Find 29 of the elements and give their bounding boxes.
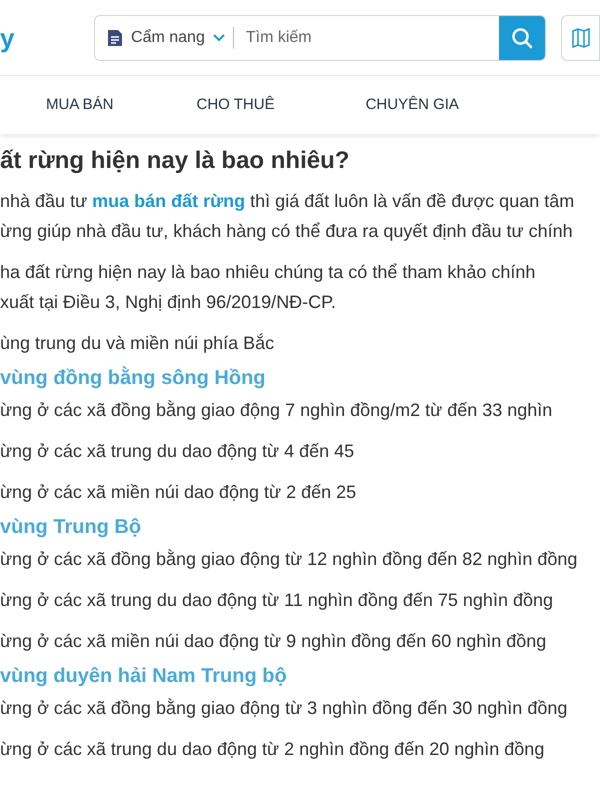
paragraph-text: ừng ở các xã đồng bằng giao động 7 nghìn đồng/m2 từ đến 33 nghìn — [0, 399, 552, 422]
paragraph-text: ừng giúp nhà đầu tư, khách hàng có thể đưa ra quyết định đầu tư chính — [0, 220, 573, 243]
paragraph-text: xuất tại Điều 3, Nghị định 96/2019/NĐ-CP. — [0, 291, 336, 314]
paragraph-text: ừng ở các xã trung du dao động từ 2 nghìn đồng đến 20 nghìn đồng — [0, 738, 544, 761]
paragraph-text: ùng trung du và miền núi phía Bắc — [0, 332, 274, 355]
search-icon — [510, 26, 533, 48]
paragraph-text: thì giá đất luôn là vấn đề được quan tâm — [249, 190, 574, 213]
nav-link[interactable]: MUA BÁN — [46, 94, 114, 116]
map-button[interactable] — [560, 14, 600, 60]
paragraph-text: ha đất rừng hiện nay là bao nhiêu chúng ta có thể tham khảo chính — [0, 261, 536, 284]
paragraph-text: ừng ở các xã đồng bằng giao động từ 12 nghìn đồng đến 82 nghìn đồng — [0, 548, 578, 571]
paragraph-text: ừng ở các xã trung du dao động từ 4 đến 45 — [0, 440, 354, 463]
map-icon — [572, 28, 590, 48]
paragraph-text: ừng ở các xã trung du dao động từ 11 nghìn đồng đến 75 nghìn đồng — [0, 589, 553, 612]
nav-link[interactable]: CHO THUÊ — [196, 94, 275, 116]
search-field[interactable]: Cẩm nang Tìm kiếm — [94, 14, 546, 60]
section-heading: vùng Trung Bộ — [0, 515, 142, 540]
paragraph-text: nhà đầu tư — [0, 190, 88, 213]
category-dropdown[interactable]: Cẩm nang — [95, 16, 233, 60]
nav-link[interactable]: CHUYÊN GIA — [366, 94, 459, 116]
paragraph-text: ừng ở các xã miền núi dao động từ 2 đến 25 — [0, 481, 356, 504]
search-button[interactable] — [498, 16, 545, 60]
chevron-down-icon — [212, 34, 225, 42]
article-title: ất rừng hiện nay là bao nhiêu? — [0, 146, 350, 176]
section-heading: vùng đồng bằng sông Hồng — [0, 365, 267, 391]
document-icon — [107, 28, 124, 46]
section-heading: vùng duyên hải Nam Trung bộ — [0, 664, 288, 689]
paragraph-text: ừng ở các xã đồng bằng giao động từ 3 nghìn đồng đến 30 nghìn đồng — [0, 697, 568, 720]
paragraph-text: ừng ở các xã miền núi dao động từ 9 nghìn đồng đến 60 nghìn đồng — [0, 630, 546, 653]
